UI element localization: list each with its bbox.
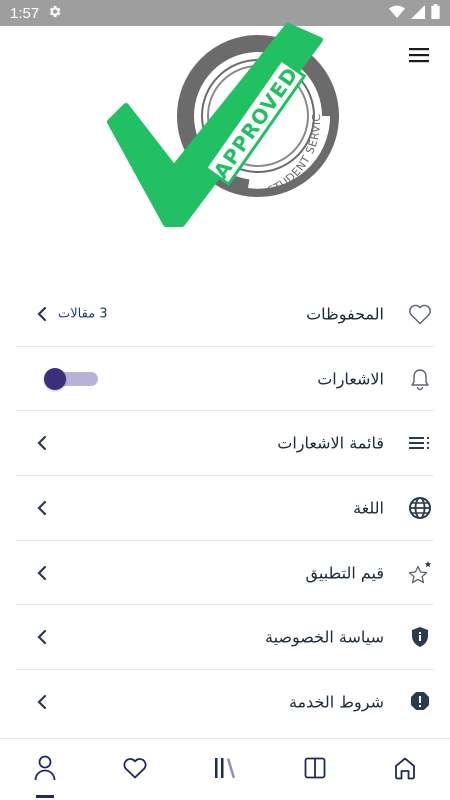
approved-student-services-logo: STUDENT SERVICES APPROVED xyxy=(94,8,344,236)
rate-app-label: قيم التطبيق xyxy=(305,563,384,583)
notification-list-label: قائمة الاشعارات xyxy=(277,433,384,453)
home-icon xyxy=(393,756,417,784)
saved-row[interactable]: المحفوظات 3 مقالات xyxy=(16,282,434,347)
cellular-icon xyxy=(411,4,425,23)
settings-icon xyxy=(47,4,62,23)
saved-count: 3 مقالات xyxy=(58,306,108,322)
notifications-toggle[interactable] xyxy=(44,367,100,390)
terms-row[interactable]: شروط الخدمة xyxy=(16,670,434,735)
hamburger-menu-icon xyxy=(409,47,429,67)
status-right xyxy=(389,3,440,23)
list-icon xyxy=(406,429,434,457)
language-row[interactable]: اللغة xyxy=(16,476,434,541)
bottom-nav xyxy=(0,738,450,800)
nav-columns[interactable] xyxy=(297,755,333,785)
rate-app-row[interactable]: قيم التطبيق xyxy=(16,541,434,606)
battery-icon xyxy=(431,3,440,23)
nav-home[interactable] xyxy=(387,755,423,785)
shield-icon xyxy=(406,623,434,651)
menu-button[interactable] xyxy=(402,44,436,70)
columns-icon xyxy=(304,757,326,783)
bell-outline-icon xyxy=(406,365,434,393)
chevron-left-icon xyxy=(34,692,50,712)
globe-icon xyxy=(406,494,434,522)
toggle-thumb xyxy=(44,367,66,390)
chevron-left-icon xyxy=(34,433,50,453)
nav-profile[interactable] xyxy=(27,755,63,785)
profile-icon xyxy=(34,755,56,785)
status-left: 1:57 xyxy=(10,4,62,23)
star-outline-icon xyxy=(406,559,434,587)
notifications-label: الاشعارات xyxy=(317,369,384,389)
notification-list-row[interactable]: قائمة الاشعارات xyxy=(16,411,434,477)
terms-label: شروط الخدمة xyxy=(288,692,384,712)
language-label: اللغة xyxy=(353,498,384,518)
chevron-left-icon xyxy=(34,627,50,647)
nav-favorites[interactable] xyxy=(117,755,153,785)
chevron-left-icon xyxy=(34,498,50,518)
notifications-row: الاشعارات xyxy=(16,347,434,412)
nav-library[interactable] xyxy=(207,755,243,785)
alert-shield-icon xyxy=(406,688,434,716)
saved-label: المحفوظات xyxy=(306,304,384,324)
wifi-icon xyxy=(389,4,405,23)
heart-icon xyxy=(122,757,148,783)
heart-outline-icon xyxy=(406,300,434,328)
active-tab-indicator xyxy=(36,795,54,798)
settings-list: المحفوظات 3 مقالات الاشعارات قائمة الاشع… xyxy=(0,282,450,735)
chevron-left-icon xyxy=(34,563,50,583)
status-time: 1:57 xyxy=(10,4,40,22)
privacy-row[interactable]: سياسة الخصوصية xyxy=(16,605,434,671)
library-icon xyxy=(213,757,237,783)
chevron-left-icon xyxy=(34,304,50,324)
privacy-label: سياسة الخصوصية xyxy=(265,627,384,647)
